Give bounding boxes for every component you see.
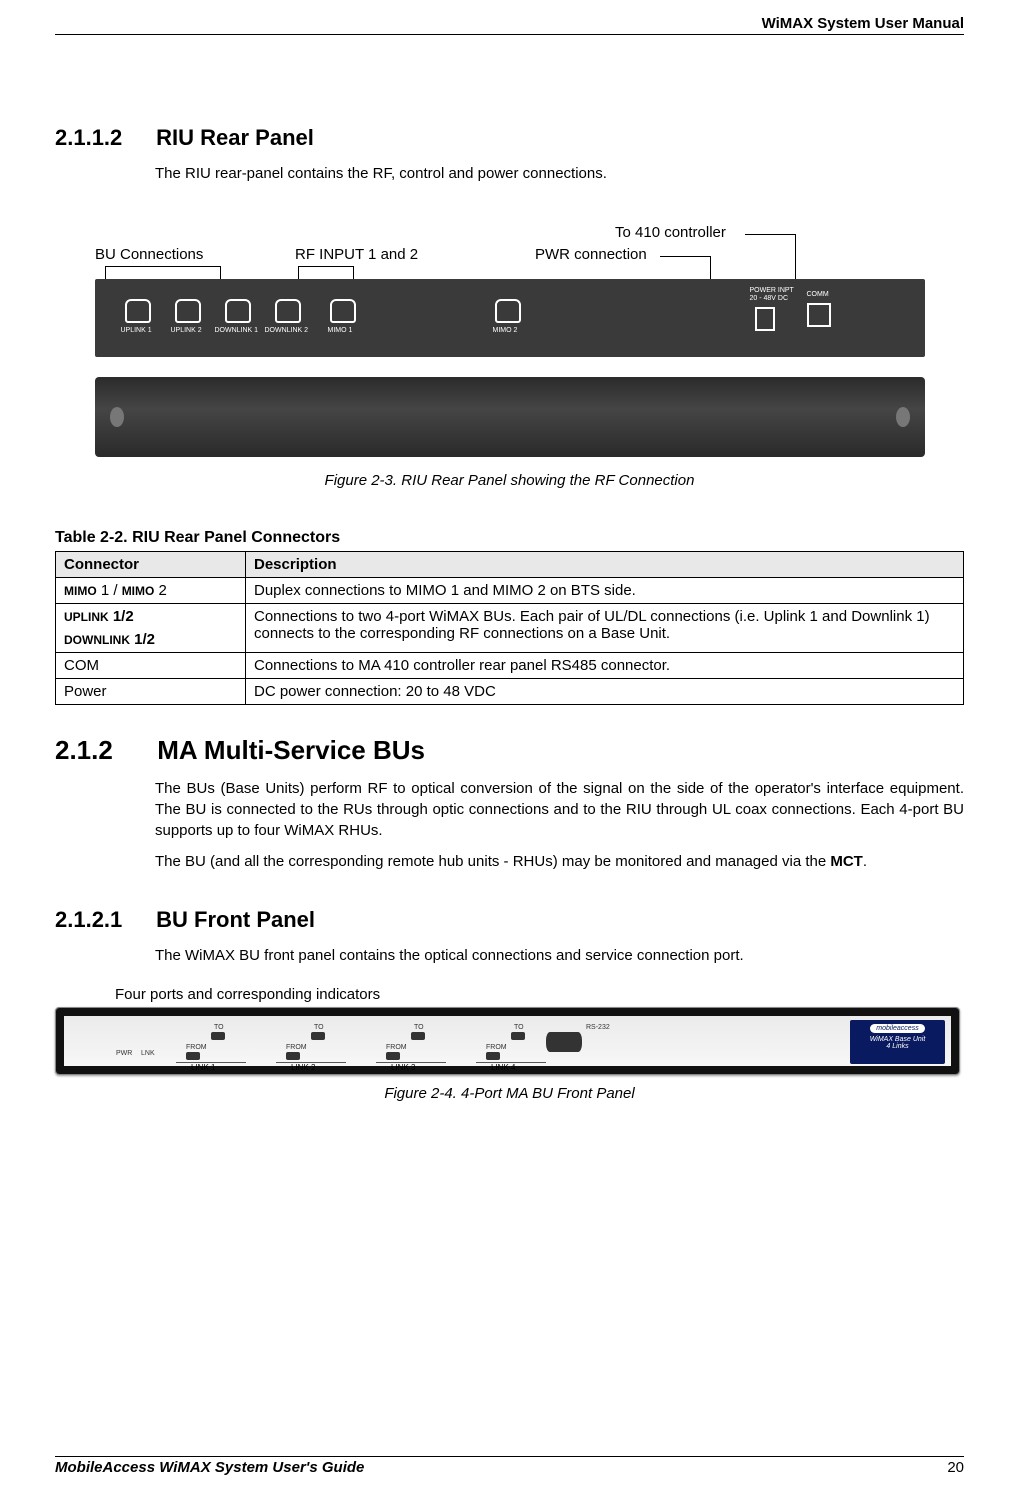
figure-caption-riu: Figure 2-3. RIU Rear Panel showing the R…	[55, 472, 964, 489]
riu-intro-text: The RIU rear-panel contains the RF, cont…	[155, 163, 964, 184]
bu-paragraph-2: The BU (and all the corresponding remote…	[155, 851, 964, 872]
table-row: MIMO 1 / MIMO 2 Duplex connections to MI…	[56, 578, 964, 604]
section-title: BU Front Panel	[156, 907, 315, 932]
section-number: 2.1.2.1	[55, 907, 150, 933]
running-header: WiMAX System User Manual	[55, 15, 964, 35]
led-lnk-label: LNK	[141, 1050, 155, 1057]
section-heading-bu-front: 2.1.2.1 BU Front Panel	[55, 907, 964, 933]
footer-title: MobileAccess WiMAX System User's Guide	[55, 1459, 364, 1476]
port-label: DOWNLINK 1	[215, 327, 259, 334]
page-footer: MobileAccess WiMAX System User's Guide 2…	[55, 1456, 964, 1476]
callout-rf-input: RF INPUT 1 and 2	[295, 246, 418, 263]
bu-paragraph-1: The BUs (Base Units) perform RF to optic…	[155, 778, 964, 841]
link-label: LINK 3	[391, 1063, 415, 1072]
callout-410-controller: To 410 controller	[615, 224, 726, 241]
figure-callouts: BU Connections RF INPUT 1 and 2 PWR conn…	[55, 224, 964, 279]
rs232-label: RS-232	[586, 1024, 610, 1031]
brand-logo: mobileaccess	[870, 1024, 924, 1033]
header-title: WiMAX System User Manual	[762, 15, 964, 32]
bu-front-intro: The WiMAX BU front panel contains the op…	[155, 945, 964, 966]
section-number: 2.1.2	[55, 735, 150, 766]
voltage-label: 20 - 48V DC	[750, 295, 789, 302]
section-heading-riu-rear: 2.1.1.2 RIU Rear Panel	[55, 125, 964, 151]
section-title: MA Multi-Service BUs	[157, 735, 425, 765]
footer-page-number: 20	[947, 1459, 964, 1476]
port-label: DOWNLINK 2	[265, 327, 309, 334]
link-label: LINK 4	[491, 1063, 515, 1072]
callout-pwr-connection: PWR connection	[535, 246, 647, 263]
riu-rear-schematic: UPLINK 1 UPLINK 2 DOWNLINK 1 DOWNLINK 2 …	[95, 279, 925, 357]
table-title: Table 2-2. RIU Rear Panel Connectors	[55, 529, 964, 547]
port-label: UPLINK 1	[121, 327, 152, 334]
bu-logo-badge: mobileaccess WiMAX Base Unit 4 Links	[850, 1020, 945, 1064]
comm-label: COMM	[807, 291, 829, 298]
section-title: RIU Rear Panel	[156, 125, 314, 150]
port-label: MIMO 2	[493, 327, 518, 334]
led-pwr-label: PWR	[116, 1050, 132, 1057]
section-number: 2.1.1.2	[55, 125, 150, 151]
port-label: UPLINK 2	[171, 327, 202, 334]
callout-bu-connections: BU Connections	[95, 246, 203, 263]
section-heading-ma-bus: 2.1.2 MA Multi-Service BUs	[55, 735, 964, 766]
riu-connectors-table: Connector Description MIMO 1 / MIMO 2 Du…	[55, 551, 964, 705]
bu-front-panel-figure: PWR LNK TO FROM LINK 1 TO FROM LINK 2 TO…	[55, 1007, 960, 1075]
figure-caption-bu: Figure 2-4. 4-Port MA BU Front Panel	[55, 1085, 964, 1102]
table-row: UPLINK 1/2 DOWNLINK 1/2 Connections to t…	[56, 604, 964, 653]
riu-rear-photo	[95, 377, 925, 457]
port-label: MIMO 1	[328, 327, 353, 334]
table-header-description: Description	[246, 552, 964, 578]
table-header-connector: Connector	[56, 552, 246, 578]
table-row: COM Connections to MA 410 controller rea…	[56, 653, 964, 679]
callout-four-ports: Four ports and corresponding indicators	[115, 986, 964, 1003]
power-label: POWER INPT	[750, 287, 794, 294]
link-label: LINK 1	[191, 1063, 215, 1072]
link-label: LINK 2	[291, 1063, 315, 1072]
table-row: Power DC power connection: 20 to 48 VDC	[56, 679, 964, 705]
rs232-port-icon	[546, 1032, 582, 1052]
